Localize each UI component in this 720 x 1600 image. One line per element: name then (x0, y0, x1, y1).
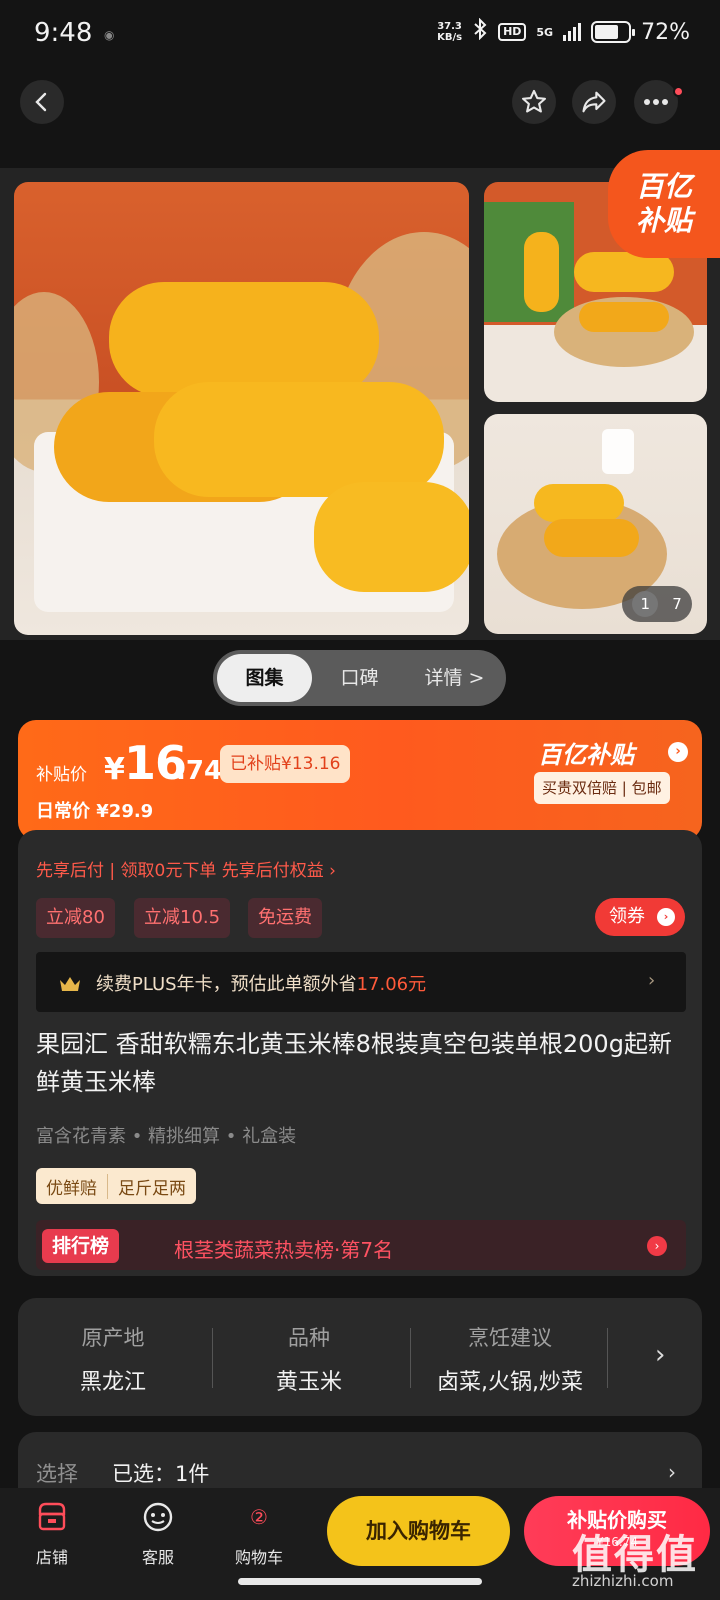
price-label: 补贴价 (36, 765, 87, 785)
price-currency: ¥ (104, 752, 125, 787)
page-total: 7 (672, 595, 682, 613)
add-to-cart-button[interactable]: 加入购物车 (327, 1496, 510, 1566)
customer-service-button[interactable]: 客服 (128, 1500, 188, 1568)
page-current: 1 (632, 591, 659, 617)
ranking-badge: 排行榜 (42, 1229, 120, 1263)
divider (607, 1328, 608, 1388)
spec-value: 黑龙江 (79, 1370, 146, 1395)
chevron-right-icon[interactable]: › (647, 1236, 667, 1256)
spec-cooking: 烹饪建议 卤菜,火锅,炒菜 (415, 1322, 605, 1396)
spec-key: 品种 (288, 1326, 330, 1350)
share-icon (582, 91, 606, 113)
service-tag: 优鲜赔 (46, 1178, 97, 1199)
image-page-indicator: 1 7 (622, 586, 692, 622)
chat-face-icon (143, 1502, 173, 1532)
select-value: 已选：1件 (112, 1462, 210, 1486)
guarantee-tag: 买贵双倍赔 | 包邮 (534, 772, 670, 804)
spec-key: 原产地 (81, 1326, 145, 1350)
select-label: 选择 (36, 1462, 78, 1486)
cart-label: 购物车 (234, 1548, 283, 1567)
store-label: 店铺 (35, 1548, 68, 1567)
watermark-url: zhizhizhi.com (572, 1572, 674, 1590)
divider (212, 1328, 213, 1388)
notification-icon: ◉ (104, 28, 115, 42)
notification-dot (673, 86, 684, 97)
price-decimal: .74 (176, 756, 223, 786)
battery-percent: 72% (641, 19, 690, 45)
cart-button[interactable]: ② 购物车 (229, 1500, 289, 1568)
share-button[interactable] (572, 80, 616, 124)
chevron-right-icon[interactable]: › (668, 742, 688, 762)
divider (410, 1328, 411, 1388)
service-label: 客服 (141, 1548, 174, 1567)
tab-reviews[interactable]: 口碑 (312, 654, 407, 702)
back-icon (35, 92, 47, 112)
store-button[interactable]: 店铺 (22, 1500, 82, 1568)
product-image-main[interactable] (14, 182, 469, 635)
more-icon (644, 99, 668, 105)
ranking-text: 根茎类蔬菜热卖榜·第7名 (174, 1238, 394, 1262)
chevron-right-icon: › (657, 908, 675, 926)
net-speed: 37.3 KB/s (437, 21, 463, 43)
crown-icon (58, 974, 82, 999)
star-icon (521, 89, 547, 113)
more-button[interactable] (634, 80, 678, 124)
spec-key: 烹饪建议 (468, 1326, 552, 1350)
pay-later-link[interactable]: 先享后付 | 领取0元下单 先享后付权益 › (36, 856, 336, 881)
spec-value: 黄玉米 (275, 1370, 342, 1395)
home-indicator[interactable] (238, 1578, 482, 1585)
store-icon (38, 1502, 66, 1531)
product-title: 果园汇 香甜软糯东北黄玉米棒8根装真空包装单根200g起新鲜黄玉米棒 (36, 1030, 672, 1096)
subsidy-corner-badge: 百亿 补贴 (608, 150, 720, 258)
tab-details[interactable]: 详情 > (407, 654, 502, 702)
signal-icon (563, 23, 582, 41)
media-tabs: 图集 口碑 详情 > (213, 650, 506, 706)
status-time: 9:48 (34, 18, 93, 48)
status-icons: 37.3 KB/s HD 5G 72% (437, 17, 690, 46)
get-coupon-button[interactable]: 领券 › (595, 898, 685, 936)
original-price: 日常价 ¥29.9 (36, 801, 154, 822)
battery-icon (591, 21, 636, 43)
chevron-right-icon[interactable]: › (668, 1460, 676, 1484)
spec-origin: 原产地 黑龙江 (18, 1322, 208, 1396)
corn-photo (14, 232, 469, 612)
plus-savings-text: 续费PLUS年卡，预估此单额外省17.06元 (96, 974, 427, 995)
spec-variety: 品种 黄玉米 (214, 1322, 404, 1396)
spec-value: 卤菜,火锅,炒菜 (437, 1370, 583, 1395)
tab-gallery[interactable]: 图集 (217, 654, 312, 702)
subsidy-brand-logo[interactable]: 百亿补贴 (538, 735, 634, 770)
favorite-button[interactable] (512, 80, 556, 124)
coupon-tag[interactable]: 立减80 (36, 898, 115, 938)
plus-savings-amount: 17.06元 (356, 974, 427, 995)
get-coupon-label: 领券 (609, 906, 645, 927)
service-tags[interactable]: 优鲜赔 足斤足两 (36, 1168, 196, 1204)
subsidized-amount: 已补贴¥13.16 (220, 745, 351, 783)
chevron-right-icon[interactable]: › (655, 1340, 665, 1370)
coupon-tag[interactable]: 免运费 (248, 898, 322, 938)
network-type: 5G (536, 25, 554, 39)
cart-badge: ② (250, 1505, 268, 1529)
bluetooth-icon (472, 17, 488, 46)
service-tag: 足斤足两 (107, 1173, 196, 1199)
hd-icon: HD (498, 23, 527, 41)
chevron-right-icon[interactable]: › (648, 970, 655, 991)
back-button[interactable] (20, 80, 64, 124)
coupon-tag[interactable]: 立减10.5 (134, 898, 231, 938)
product-features: 富含花青素 • 精挑细算 • 礼盒装 (36, 1126, 297, 1147)
